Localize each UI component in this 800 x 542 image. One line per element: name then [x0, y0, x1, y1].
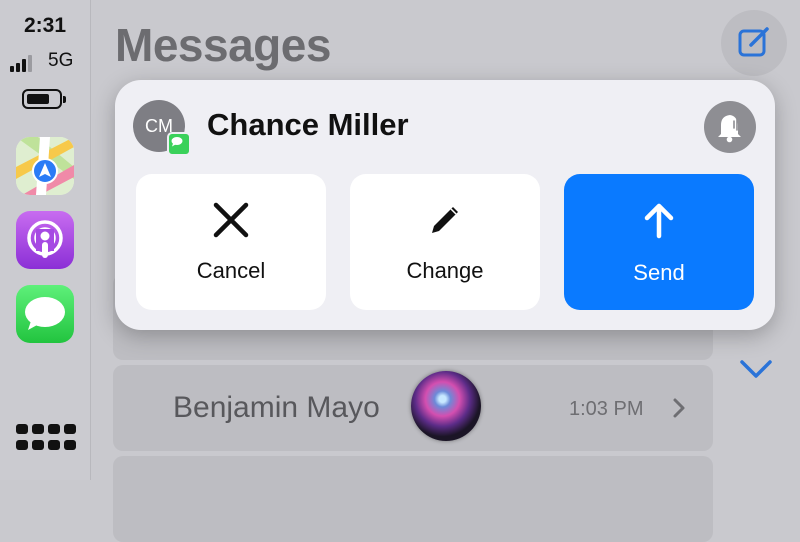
conversation-name: Benjamin Mayo	[173, 391, 380, 424]
siri-orb-icon	[411, 371, 481, 441]
maps-icon	[16, 137, 74, 195]
cancel-label: Cancel	[196, 258, 266, 283]
dock-app-podcasts[interactable]	[16, 211, 74, 269]
arrow-up-icon	[644, 203, 674, 239]
chevron-down-icon[interactable]	[736, 356, 776, 382]
cancel-button[interactable]: Cancel	[136, 174, 326, 310]
contact-name: Chance Miller	[207, 107, 409, 142]
pencil-icon	[432, 207, 458, 233]
dock-app-maps[interactable]	[16, 137, 74, 195]
dock-app-messages[interactable]	[16, 285, 74, 343]
close-icon	[213, 202, 249, 238]
carplay-dock: 2:31 5G	[0, 0, 91, 480]
change-label: Change	[406, 258, 484, 283]
siri-message-card: CM Chance Miller Cancel Change Send	[115, 80, 775, 330]
signal-bars-icon	[10, 52, 40, 72]
announce-button[interactable]	[704, 101, 756, 153]
send-label: Send	[633, 260, 685, 285]
page-title: Messages	[115, 19, 331, 71]
network-type: 5G	[48, 50, 74, 71]
compose-icon	[738, 27, 769, 57]
status-time: 2:31	[23, 14, 67, 37]
messages-icon	[25, 297, 65, 330]
change-button[interactable]: Change	[350, 174, 540, 310]
cellular-status: 5G	[8, 50, 82, 76]
list-item[interactable]	[113, 456, 713, 542]
send-button[interactable]: Send	[564, 174, 754, 310]
chevron-right-icon	[673, 398, 685, 418]
bell-announce-icon	[718, 115, 741, 143]
messages-badge-icon	[167, 132, 191, 156]
compose-button[interactable]	[721, 10, 787, 76]
conversation-time: 1:03 PM	[569, 398, 644, 420]
app-grid-icon[interactable]	[16, 424, 76, 456]
podcasts-icon	[27, 220, 63, 258]
battery-icon	[22, 89, 66, 109]
